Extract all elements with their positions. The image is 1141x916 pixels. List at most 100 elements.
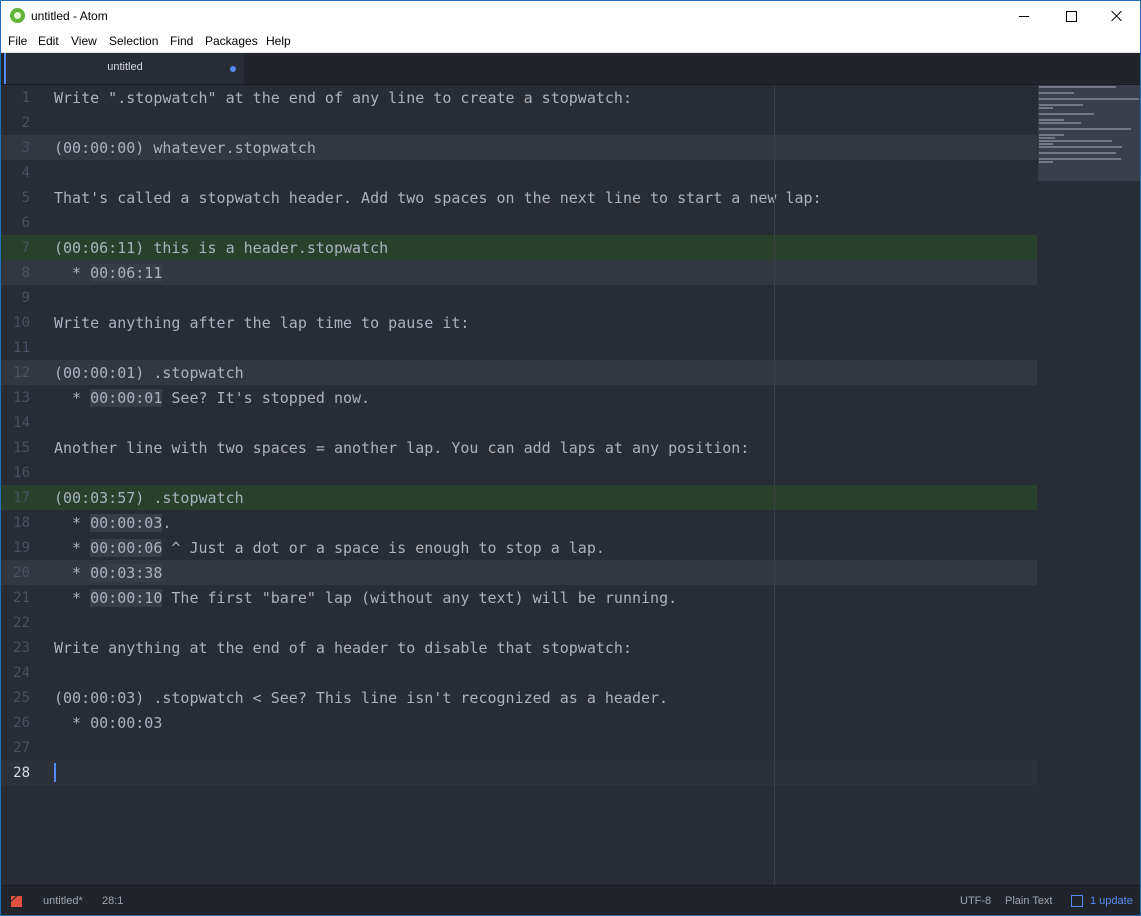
line-number: 24 <box>13 665 30 681</box>
line-number: 21 <box>13 590 30 606</box>
maximize-button[interactable] <box>1048 1 1094 31</box>
status-grammar[interactable]: Plain Text <box>1005 895 1053 907</box>
line-number: 27 <box>13 740 30 756</box>
line-text: Write anything at the end of a header to… <box>54 639 632 657</box>
menu-selection[interactable]: Selection <box>109 34 158 48</box>
editor-line[interactable]: 17 (00:03:57) .stopwatch <box>1 485 1037 510</box>
line-text: * 00:00:06 ^ Just a dot or a space is en… <box>54 539 605 557</box>
editor-line[interactable]: 10 Write anything after the lap time to p… <box>1 310 1037 335</box>
editor-line[interactable]: 26 * 00:00:03 <box>1 710 1037 735</box>
minimap-line <box>1039 119 1064 121</box>
editor-line[interactable]: 28 <box>1 760 1037 785</box>
menu-help[interactable]: Help <box>266 34 291 48</box>
line-text: (00:00:00) whatever.stopwatch <box>54 139 316 157</box>
minimap-line <box>1039 158 1121 160</box>
editor-line[interactable]: 9 <box>1 285 1037 310</box>
minimap-line <box>1039 92 1074 94</box>
line-text: * 00:03:38 <box>54 564 163 582</box>
line-text: * 00:00:01 See? It's stopped now. <box>54 389 371 407</box>
menu-find[interactable]: Find <box>170 34 193 48</box>
editor-line[interactable]: 23 Write anything at the end of a header … <box>1 635 1037 660</box>
lap-time: 00:00:03 <box>90 514 163 532</box>
line-number: 12 <box>13 365 30 381</box>
editor-line[interactable]: 3 (00:00:00) whatever.stopwatch <box>1 135 1037 160</box>
editor-line[interactable]: 14 <box>1 410 1037 435</box>
lap-time: 00:06:11 <box>90 264 163 282</box>
editor-line[interactable]: 21 * 00:00:10 The first "bare" lap (with… <box>1 585 1037 610</box>
line-number: 11 <box>13 340 30 356</box>
editor-line[interactable]: 11 <box>1 335 1037 360</box>
minimize-button[interactable] <box>1001 1 1047 31</box>
minimap-line <box>1039 86 1116 88</box>
editor-line[interactable]: 15 Another line with two spaces = another… <box>1 435 1037 460</box>
minimap-line <box>1039 98 1139 100</box>
line-number: 19 <box>13 540 30 556</box>
status-bar: untitled* 28:1 UTF-8 Plain Text 1 update <box>1 885 1140 915</box>
editor-line[interactable]: 18 * 00:00:03. <box>1 510 1037 535</box>
line-text: * 00:00:03. <box>54 514 172 532</box>
editor-line[interactable]: 7 (00:06:11) this is a header.stopwatch <box>1 235 1037 260</box>
wrap-guide <box>774 85 775 885</box>
close-button[interactable] <box>1094 1 1140 31</box>
editor-line[interactable]: 19 * 00:00:06 ^ Just a dot or a space is… <box>1 535 1037 560</box>
editor-line[interactable]: 12 (00:00:01) .stopwatch <box>1 360 1037 385</box>
editor-line[interactable]: 4 <box>1 160 1037 185</box>
minimap-line <box>1039 107 1053 109</box>
editor-line[interactable]: 22 <box>1 610 1037 635</box>
editor-line[interactable]: 24 <box>1 660 1037 685</box>
editor-line[interactable]: 13 * 00:00:01 See? It's stopped now. <box>1 385 1037 410</box>
minimap-line <box>1039 128 1131 130</box>
text-cursor <box>54 763 56 782</box>
tab-untitled[interactable]: untitled <box>4 53 244 84</box>
line-number: 3 <box>21 140 30 156</box>
editor-line[interactable]: 1 Write ".stopwatch" at the end of any li… <box>1 85 1037 110</box>
menu-file[interactable]: File <box>8 34 27 48</box>
status-file-name[interactable]: untitled* <box>43 895 83 907</box>
menu-edit[interactable]: Edit <box>38 34 59 48</box>
editor-line[interactable]: 27 <box>1 735 1037 760</box>
status-cursor-position[interactable]: 28:1 <box>102 895 123 907</box>
menu-view[interactable]: View <box>71 34 97 48</box>
tab-title: untitled <box>107 61 143 73</box>
lap-time: 00:00:06 <box>90 539 163 557</box>
editor-line[interactable]: 6 <box>1 210 1037 235</box>
status-update[interactable]: 1 update <box>1090 895 1133 907</box>
line-number: 14 <box>13 415 30 431</box>
package-update-icon[interactable] <box>1071 895 1083 907</box>
editor-line[interactable]: 16 <box>1 460 1037 485</box>
lap-time: 00:00:01 <box>90 389 163 407</box>
line-text: Write ".stopwatch" at the end of any lin… <box>54 89 632 107</box>
atom-logo-icon <box>10 8 25 23</box>
lap-time: 00:03:38 <box>90 564 163 582</box>
minimap-line <box>1039 161 1053 163</box>
line-number: 26 <box>13 715 30 731</box>
line-number: 17 <box>13 490 30 506</box>
line-text: (00:00:03) .stopwatch < See? This line i… <box>54 689 669 707</box>
line-number: 15 <box>13 440 30 456</box>
minimap-line <box>1039 137 1055 139</box>
menu-packages[interactable]: Packages <box>205 34 258 48</box>
modified-indicator-icon[interactable] <box>230 66 236 72</box>
minimap-line <box>1039 134 1064 136</box>
atom-window: untitled - Atom File Edit View Selection… <box>0 0 1141 916</box>
editor-line[interactable]: 20 * 00:03:38 <box>1 560 1037 585</box>
line-number: 22 <box>13 615 30 631</box>
status-encoding[interactable]: UTF-8 <box>960 895 991 907</box>
editor-line[interactable]: 25 (00:00:03) .stopwatch < See? This line… <box>1 685 1037 710</box>
editor-line[interactable]: 8 * 00:06:11 <box>1 260 1037 285</box>
editor-line[interactable]: 5 That's called a stopwatch header. Add t… <box>1 185 1037 210</box>
line-number: 5 <box>21 190 30 206</box>
editor-line[interactable]: 2 <box>1 110 1037 135</box>
line-number: 7 <box>21 240 30 256</box>
title-bar: untitled - Atom <box>1 1 1140 31</box>
line-text: Another line with two spaces = another l… <box>54 439 750 457</box>
minimap[interactable] <box>1038 85 1140 181</box>
file-status-icon[interactable] <box>11 896 22 907</box>
line-text: (00:00:01) .stopwatch <box>54 364 244 382</box>
line-text: * 00:00:03 <box>54 714 163 732</box>
menu-bar: File Edit View Selection Find Packages H… <box>1 31 1140 53</box>
minimap-line <box>1039 122 1081 124</box>
line-number: 13 <box>13 390 30 406</box>
text-editor[interactable]: 1 Write ".stopwatch" at the end of any li… <box>1 85 1140 885</box>
minimap-line <box>1039 143 1053 145</box>
